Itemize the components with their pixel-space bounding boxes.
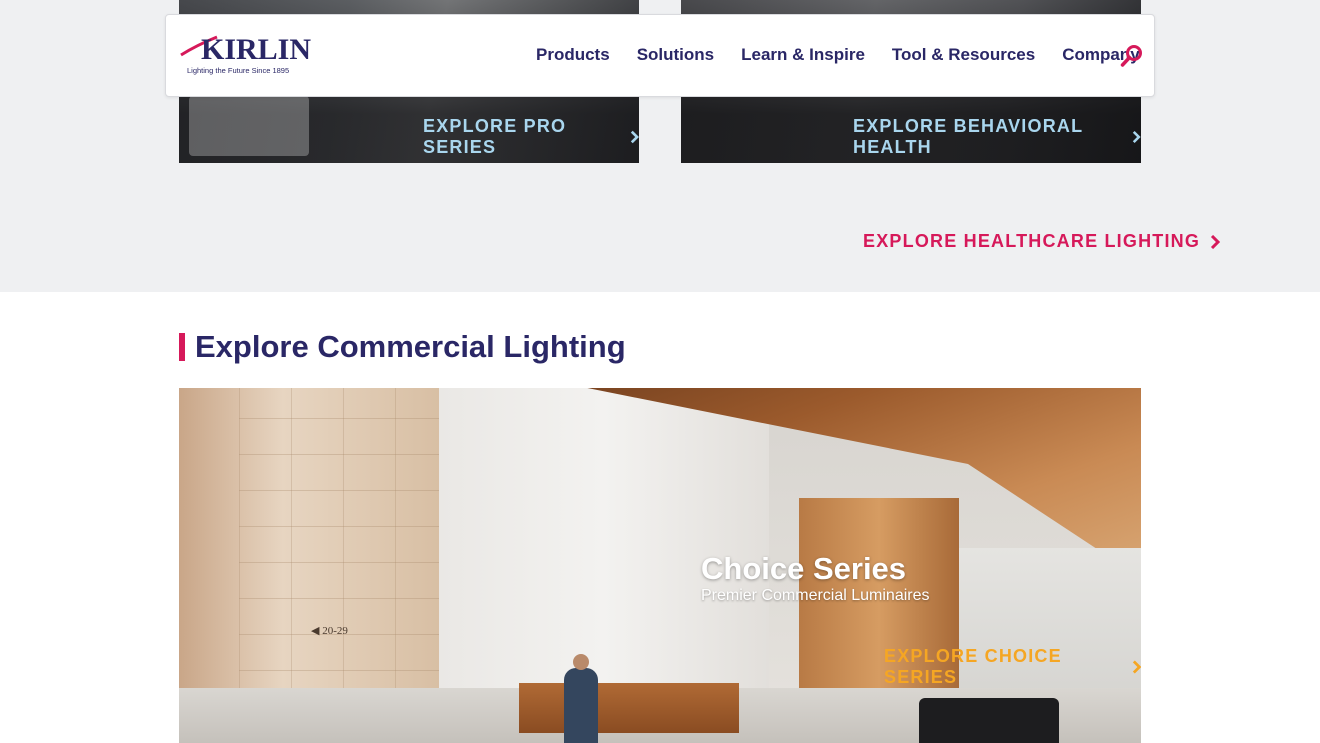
choice-series-hero[interactable]: ◀ 20-29 Choice Series Premier Commercial… bbox=[179, 388, 1141, 743]
heading-accent-bar bbox=[179, 333, 185, 361]
nav-products[interactable]: Products bbox=[536, 45, 610, 65]
logo-wordmark: KIRLIN bbox=[201, 33, 312, 66]
chevron-right-icon bbox=[1133, 130, 1141, 144]
chevron-right-icon bbox=[1132, 660, 1141, 674]
hero-caption: Choice Series Premier Commercial Luminai… bbox=[701, 551, 930, 605]
explore-behavioral-health-label: EXPLORE BEHAVIORAL HEALTH bbox=[853, 116, 1083, 157]
explore-healthcare-lighting-link[interactable]: EXPLORE HEALTHCARE LIGHTING bbox=[863, 231, 1221, 252]
hero-title: Choice Series bbox=[701, 551, 907, 586]
nav-tool-resources[interactable]: Tool & Resources bbox=[892, 45, 1035, 65]
section-title: Explore Commercial Lighting bbox=[195, 329, 626, 364]
nav-solutions[interactable]: Solutions bbox=[637, 45, 714, 65]
explore-pro-series-link[interactable]: EXPLORE PRO SERIES bbox=[423, 116, 639, 158]
hero-photo-sign: ◀ 20-29 bbox=[311, 625, 348, 637]
explore-choice-series-link[interactable]: EXPLORE CHOICE SERIES bbox=[884, 646, 1141, 688]
explore-healthcare-lighting-label: EXPLORE HEALTHCARE LIGHTING bbox=[863, 231, 1201, 251]
site-header: KIRLIN Lighting the Future Since 1895 Pr… bbox=[165, 14, 1155, 97]
chevron-right-icon bbox=[1211, 234, 1221, 249]
search-button[interactable] bbox=[1120, 44, 1144, 68]
explore-pro-series-label: EXPLORE PRO SERIES bbox=[423, 116, 567, 157]
explore-behavioral-health-link[interactable]: EXPLORE BEHAVIORAL HEALTH bbox=[853, 116, 1141, 158]
main-nav: Products Solutions Learn & Inspire Tool … bbox=[536, 45, 1167, 65]
commercial-section-heading: Explore Commercial Lighting bbox=[179, 329, 626, 364]
hero-subtitle: Premier Commercial Luminaires bbox=[701, 587, 930, 604]
logo-tagline: Lighting the Future Since 1895 bbox=[187, 66, 290, 75]
explore-choice-series-label: EXPLORE CHOICE SERIES bbox=[884, 646, 1062, 687]
chevron-right-icon bbox=[630, 130, 639, 144]
search-icon bbox=[1120, 45, 1142, 67]
nav-learn-inspire[interactable]: Learn & Inspire bbox=[741, 45, 865, 65]
kirlin-logo[interactable]: KIRLIN Lighting the Future Since 1895 bbox=[179, 33, 311, 79]
